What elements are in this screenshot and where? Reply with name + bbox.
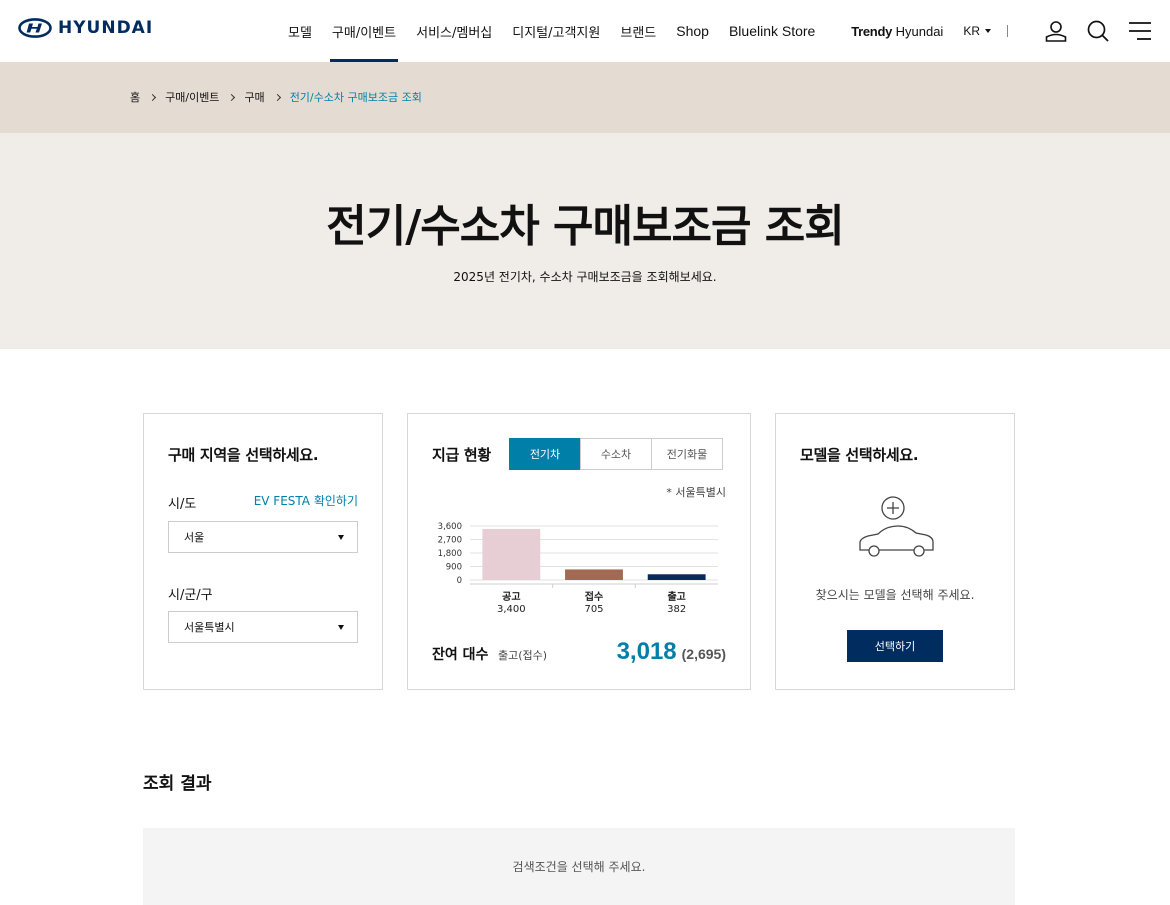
remain-sub-label: 출고(접수) (498, 649, 548, 662)
menu-icon[interactable] (1128, 19, 1152, 43)
breadcrumb-purchase[interactable]: 구매 (244, 89, 264, 105)
nav-item-service[interactable]: 서비스/멤버십 (406, 0, 502, 62)
divider (1007, 25, 1008, 37)
chart-value-label: 705 (584, 604, 603, 615)
sigungu-select-value: 서울특별시 (184, 621, 235, 634)
nav-item-bluelink[interactable]: Bluelink Store (719, 0, 825, 62)
vehicle-type-tabs: 전기차 수소차 전기화물 (509, 438, 723, 470)
trendy-rest: Hyundai (892, 23, 944, 39)
caret-down-icon (338, 625, 344, 630)
subsidy-bar-chart: 3,600 2,700 1,800 900 0 공고3,400 접수705 출고382 (438, 522, 718, 615)
region-card: 구매 지역을 선택하세요. 시/도 EV FESTA 확인하기 서울 시/군/구… (143, 413, 383, 690)
breadcrumb-purchase-event[interactable]: 구매/이벤트 (165, 89, 219, 105)
utility-menu: Trendy Hyundai KR (851, 0, 1152, 62)
trendy-bold: Trendy (851, 23, 893, 39)
breadcrumb-current: 전기/수소차 구매보조금 조회 (289, 91, 422, 104)
model-message: 찾으시는 모델을 선택해 주세요. (815, 588, 975, 602)
remain-label: 잔여 대수 (432, 647, 489, 663)
nav-item-digital[interactable]: 디지털/고객지원 (502, 0, 610, 62)
global-header: HYUNDAI 모델 구매/이벤트 서비스/멤버십 디지털/고객지원 브랜드 S… (0, 0, 1170, 62)
sigungu-select[interactable]: 서울특별시 (168, 611, 358, 643)
caret-down-icon (338, 535, 344, 540)
hyundai-emblem-icon (18, 18, 52, 38)
chevron-right-icon (273, 93, 281, 101)
status-card-title: 지급 현황 (432, 446, 491, 464)
main-nav: 모델 구매/이벤트 서비스/멤버십 디지털/고객지원 브랜드 Shop Blue… (278, 0, 825, 62)
sigungu-label: 시/군/구 (168, 588, 213, 603)
chart-bar (647, 574, 706, 580)
chart-bar (482, 529, 541, 580)
region-card-title: 구매 지역을 선택하세요. (168, 446, 319, 464)
model-card-title: 모델을 선택하세요. (800, 446, 919, 464)
chevron-right-icon (149, 93, 157, 101)
chart-y-tick-label: 1,800 (438, 549, 462, 559)
hyundai-logo[interactable]: HYUNDAI (18, 18, 153, 38)
chart-value-label: 382 (667, 604, 686, 615)
tab-hydrogen[interactable]: 수소차 (580, 438, 652, 470)
breadcrumb-home[interactable]: 홈 (130, 89, 140, 105)
chart-category-label: 출고 (667, 590, 685, 603)
nav-item-shop[interactable]: Shop (666, 0, 719, 62)
page-title: 전기/수소차 구매보조금 조회 (326, 201, 844, 252)
language-select[interactable]: KR (963, 24, 991, 38)
model-card: 모델을 선택하세요. 찾으시는 모델을 선택해 주세요. 선택하기 (775, 413, 1015, 690)
car-add-icon[interactable] (856, 496, 936, 566)
logo-text: HYUNDAI (58, 18, 154, 38)
remain-count: 3,018 (2,695) (617, 638, 726, 666)
trendy-hyundai-link[interactable]: Trendy Hyundai (851, 24, 943, 39)
search-icon[interactable] (1086, 19, 1110, 43)
result-empty-box: 검색조건을 선택해 주세요. (143, 828, 1015, 905)
result-empty-message: 검색조건을 선택해 주세요. (512, 860, 646, 874)
chart-y-tick-label: 3,600 (438, 522, 462, 532)
chart-value-label: 3,400 (497, 604, 526, 615)
user-icon[interactable] (1044, 19, 1068, 43)
chart-y-tick-label: 0 (457, 576, 462, 586)
sido-label: 시/도 (168, 497, 197, 512)
page-subtitle: 2025년 전기차, 수소차 구매보조금을 조회해보세요. (453, 270, 717, 284)
tab-electric-cargo[interactable]: 전기화물 (651, 438, 723, 470)
select-model-button[interactable]: 선택하기 (847, 630, 943, 662)
language-label: KR (963, 24, 980, 38)
chart-y-tick-label: 900 (446, 563, 462, 573)
nav-item-model[interactable]: 모델 (278, 0, 322, 62)
remain-paren-value: (2,695) (681, 646, 726, 662)
status-card: 지급 현황 전기차 수소차 전기화물 * 서울특별시 3,600 2,700 1,8… (407, 413, 751, 690)
chart-category-label: 공고 (502, 591, 520, 603)
sido-select[interactable]: 서울 (168, 521, 358, 553)
chevron-right-icon (228, 93, 236, 101)
chart-y-tick-label: 2,700 (438, 536, 462, 546)
nav-item-purchase[interactable]: 구매/이벤트 (322, 0, 406, 62)
chart-category-label: 접수 (585, 591, 603, 603)
tab-ev[interactable]: 전기차 (509, 438, 581, 470)
caret-down-icon (985, 29, 991, 33)
ev-festa-link[interactable]: EV FESTA 확인하기 (254, 492, 358, 509)
region-note: * 서울특별시 (666, 486, 726, 499)
sido-select-value: 서울 (184, 531, 205, 544)
remain-value: 3,018 (616, 638, 677, 665)
chart-bar (565, 569, 623, 580)
breadcrumb: 홈 구매/이벤트 구매 전기/수소차 구매보조금 조회 (130, 89, 422, 105)
nav-item-brand[interactable]: 브랜드 (610, 0, 666, 62)
result-title: 조회 결과 (143, 774, 212, 794)
